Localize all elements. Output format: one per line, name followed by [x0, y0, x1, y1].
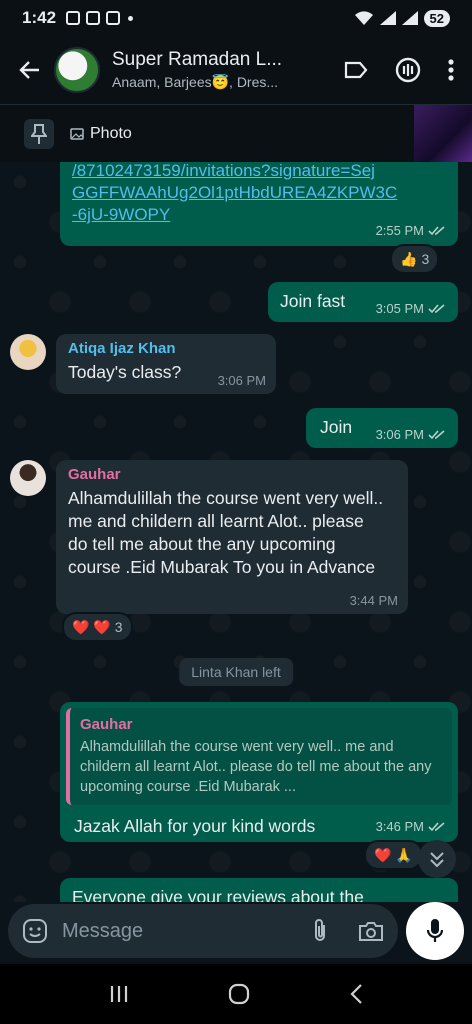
sticker-icon[interactable] — [22, 918, 48, 944]
reaction-like[interactable]: 👍 3 — [390, 244, 440, 274]
back-icon[interactable] — [349, 983, 363, 1005]
message-partial[interactable]: Everyone give your reviews about the — [60, 878, 458, 902]
back-button[interactable] — [12, 52, 48, 88]
message-time: 3:44 PM — [349, 593, 398, 608]
message-join-fast[interactable]: Join fast 3:05 PM — [268, 282, 458, 322]
read-ticks-icon — [428, 303, 445, 313]
status-time: 1:42 — [22, 8, 57, 27]
message-text: Join fast — [280, 291, 346, 311]
message-time: 3:06 PM — [376, 427, 446, 442]
pin-icon[interactable] — [24, 118, 54, 149]
notification-icons — [66, 11, 121, 25]
double-chevron-down-icon — [430, 852, 444, 868]
composer — [0, 902, 472, 962]
read-ticks-icon — [428, 429, 445, 439]
heart-icon: ❤️ ❤️ — [72, 618, 111, 635]
recent-apps-icon[interactable] — [109, 985, 129, 1003]
reaction-hearts[interactable]: ❤️ ❤️ 3 — [62, 612, 133, 642]
message-time: 2:55 PM — [376, 223, 446, 238]
header-actions — [344, 56, 460, 84]
message-gauhar[interactable]: Gauhar Alhamdulillah the course went ver… — [56, 460, 408, 614]
message-text: Alhamdulillah the course went very well.… — [68, 488, 384, 577]
message-atiqa[interactable]: Atiqa Ijaz Khan Today's class? 3:06 PM — [56, 334, 276, 394]
group-avatar[interactable] — [54, 47, 100, 93]
scroll-to-bottom-button[interactable] — [418, 840, 456, 878]
thumbs-up-icon: 👍 — [400, 250, 418, 267]
sender-name[interactable]: Atiqa Ijaz Khan — [68, 340, 264, 357]
message-time: 3:05 PM — [376, 301, 446, 316]
message-time: 3:46 PM — [376, 819, 446, 834]
system-message: Linta Khan left — [179, 658, 293, 686]
instagram-icon — [106, 11, 121, 25]
system-icons: 52 — [354, 9, 450, 27]
reaction-heart-pray[interactable]: ❤️ 🙏 — [364, 840, 423, 870]
reaction-count: 3 — [421, 251, 430, 267]
message-text: Everyone give your reviews about the — [72, 887, 364, 902]
voice-message-button[interactable] — [406, 902, 464, 960]
avatar-atiqa[interactable] — [10, 334, 46, 370]
battery-level: 52 — [423, 9, 450, 27]
avatar-gauhar[interactable] — [10, 460, 46, 496]
read-ticks-icon — [428, 821, 445, 831]
quoted-text: Alhamdulillah the course went very well.… — [80, 739, 432, 795]
more-options-icon[interactable] — [448, 59, 454, 81]
sender-name[interactable]: Gauhar — [68, 466, 396, 483]
message-input[interactable] — [62, 919, 282, 943]
label-icon[interactable] — [344, 60, 368, 80]
signal-icon — [379, 11, 396, 25]
invitation-link-line-1[interactable]: /87102473159/invitations?signature=Sej — [72, 162, 446, 182]
app-icon — [86, 11, 101, 25]
message-input-container — [8, 904, 398, 958]
more-notifications-dot — [128, 15, 134, 21]
status-bar: 1:42 52 — [0, 0, 472, 36]
chat-header: Super Ramadan L... Anaam, Barjees😇, Dres… — [0, 36, 472, 104]
message-join[interactable]: Join 3:06 PM — [306, 408, 458, 448]
signal-icon-2 — [401, 11, 418, 25]
message-reply[interactable]: Gauhar Alhamdulillah the course went ver… — [60, 702, 458, 842]
camera-icon[interactable] — [358, 920, 384, 942]
photo-icon — [70, 127, 84, 140]
system-navigation-bar — [0, 964, 472, 1024]
heart-pray-icon: ❤️ 🙏 — [374, 846, 413, 863]
pinned-label: Photo — [90, 124, 132, 142]
message-link[interactable]: /87102473159/invitations?signature=Sej G… — [60, 162, 458, 246]
microphone-icon — [426, 919, 444, 942]
gmail-icon — [66, 11, 81, 25]
pinned-thumbnail[interactable] — [414, 105, 472, 163]
message-text: Join — [320, 417, 353, 437]
composer-actions — [312, 918, 384, 944]
quoted-sender: Gauhar — [80, 716, 133, 733]
wifi-icon — [354, 11, 373, 25]
home-icon[interactable] — [228, 983, 250, 1005]
chat-messages[interactable]: /87102473159/invitations?signature=Sej G… — [0, 162, 472, 902]
group-title: Super Ramadan L... — [112, 49, 283, 70]
group-info[interactable]: Super Ramadan L... Anaam, Barjees😇, Dres… — [112, 49, 290, 91]
pinned-message-bar[interactable]: Photo — [0, 104, 472, 163]
meta-ai-icon[interactable] — [394, 56, 422, 84]
invitation-link-line-2[interactable]: GGFFWAAhUg2Ol1ptHbdUREA4ZKPW3C — [72, 182, 446, 204]
reaction-count: 3 — [114, 619, 123, 635]
back-arrow-icon — [19, 61, 39, 79]
pinned-preview: Photo — [70, 125, 132, 143]
group-members: Anaam, Barjees😇, Dres... — [112, 74, 279, 90]
message-time: 3:06 PM — [217, 373, 266, 388]
read-ticks-icon — [428, 225, 445, 235]
attachment-icon[interactable] — [312, 918, 328, 944]
quoted-message[interactable]: Gauhar Alhamdulillah the course went ver… — [66, 708, 452, 805]
